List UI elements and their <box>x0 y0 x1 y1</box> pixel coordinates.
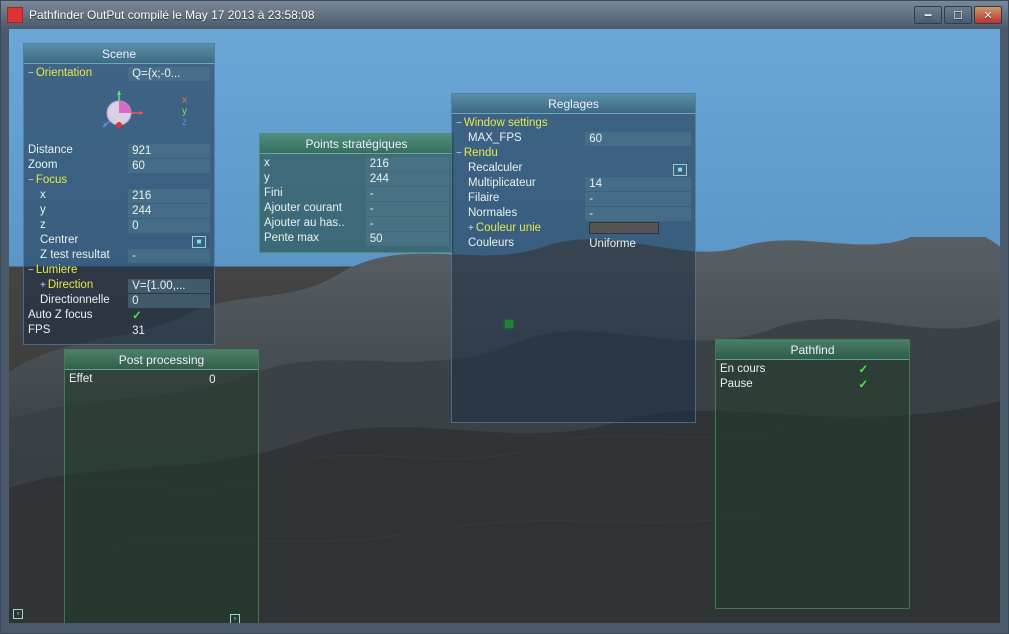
window-title: Pathfinder OutPut compilé le May 17 2013… <box>29 8 914 22</box>
py-value[interactable]: 244 <box>366 172 449 186</box>
center-checkbox[interactable] <box>192 236 206 248</box>
directionnelle-label: Directionnelle <box>28 293 128 308</box>
recalculer-label: Recalculer <box>456 161 585 176</box>
ajouter-courant-label: Ajouter courant <box>264 201 366 216</box>
fini-label: Fini <box>264 186 366 201</box>
orientation-label: Orientation <box>36 67 92 79</box>
check-icon[interactable]: ✓ <box>132 310 142 322</box>
collapse-icon[interactable]: − <box>28 68 34 79</box>
ztest-value[interactable]: - <box>128 249 210 263</box>
panel-pathfind[interactable]: Pathfind En cours ✓ Pause ✓ <box>715 339 910 609</box>
axis-labels: x y z <box>182 95 187 128</box>
collapse-icon[interactable]: − <box>456 118 462 129</box>
couleurs-value[interactable]: Uniforme <box>585 237 691 251</box>
panel-reglages[interactable]: Reglages −Window settings MAX_FPS60 −Ren… <box>451 93 696 423</box>
focus-x-value[interactable]: 216 <box>128 189 210 203</box>
expand-icon[interactable]: + <box>40 280 46 291</box>
panel-points-title: Points stratégiques <box>260 134 453 154</box>
normales-label: Normales <box>456 206 585 221</box>
orientation-gizmo[interactable]: x y z <box>89 85 149 141</box>
focus-x-label: x <box>28 188 128 203</box>
maximize-button[interactable]: ☐ <box>944 6 972 24</box>
distance-value[interactable]: 921 <box>128 144 210 158</box>
multiplicateur-value[interactable]: 14 <box>585 177 691 191</box>
panel-postproc-title: Post processing <box>65 350 258 370</box>
pente-value[interactable]: 50 <box>366 232 449 246</box>
filaire-value[interactable]: - <box>585 192 691 206</box>
px-value[interactable]: 216 <box>366 157 449 171</box>
collapse-icon[interactable]: − <box>456 148 462 159</box>
pente-label: Pente max <box>264 231 366 246</box>
multiplicateur-label: Multiplicateur <box>456 176 585 191</box>
winset-label: Window settings <box>464 117 548 129</box>
fps-value: 31 <box>128 324 210 338</box>
titlebar[interactable]: Pathfinder OutPut compilé le May 17 2013… <box>1 1 1008 29</box>
encours-label: En cours <box>720 362 822 377</box>
focus-y-value[interactable]: 244 <box>128 204 210 218</box>
focus-z-label: z <box>28 218 128 233</box>
panel-postproc[interactable]: Post processing Effet0 ▫ <box>64 349 259 623</box>
close-button[interactable]: ✕ <box>974 6 1002 24</box>
minimize-button[interactable]: ━ <box>914 6 942 24</box>
check-icon[interactable]: ✓ <box>859 364 869 376</box>
panel-scene-title: Scene <box>24 44 214 64</box>
focus-y-label: y <box>28 203 128 218</box>
center-label: Centrer <box>28 233 128 248</box>
couleurs-label: Couleurs <box>456 236 585 251</box>
viewport-3d[interactable]: Scene −Orientation Q={x;-0... <box>9 29 1000 623</box>
panel-reglages-title: Reglages <box>452 94 695 114</box>
direction-label: Direction <box>48 279 93 291</box>
recalculer-checkbox[interactable] <box>673 164 687 176</box>
lumiere-label: Lumiere <box>36 264 78 276</box>
app-window: Pathfinder OutPut compilé le May 17 2013… <box>0 0 1009 634</box>
panel-scene[interactable]: Scene −Orientation Q={x;-0... <box>23 43 215 345</box>
ajouter-hasard-label: Ajouter au has.. <box>264 216 366 231</box>
panel-resize-icon[interactable]: ▫ <box>230 614 240 623</box>
effet-label: Effet <box>69 372 171 387</box>
filaire-label: Filaire <box>456 191 585 206</box>
color-swatch[interactable] <box>589 222 659 234</box>
collapse-icon[interactable]: − <box>28 265 34 276</box>
zoom-label: Zoom <box>28 158 128 173</box>
direction-value[interactable]: V={1.00,... <box>128 279 210 293</box>
normales-value[interactable]: - <box>585 207 691 221</box>
expand-icon[interactable]: + <box>468 223 474 234</box>
collapse-icon[interactable]: − <box>28 175 34 186</box>
autoz-label: Auto Z focus <box>28 308 128 323</box>
directionnelle-value[interactable]: 0 <box>128 294 210 308</box>
focus-label: Focus <box>36 174 67 186</box>
ajouter-courant-value[interactable]: - <box>366 202 449 216</box>
viewport-corner-icon[interactable]: ▫ <box>13 609 23 619</box>
fps-label: FPS <box>28 323 128 338</box>
panel-points[interactable]: Points stratégiques x216 y244 Fini- Ajou… <box>259 133 454 253</box>
zoom-value[interactable]: 60 <box>128 159 210 173</box>
maxfps-value[interactable]: 60 <box>585 132 691 146</box>
effet-value[interactable]: 0 <box>171 373 254 387</box>
px-label: x <box>264 156 366 171</box>
panel-pathfind-title: Pathfind <box>716 340 909 360</box>
distance-label: Distance <box>28 143 128 158</box>
rendu-label: Rendu <box>464 147 498 159</box>
couleur-unie-label: Couleur unie <box>476 222 541 234</box>
ztest-label: Z test resultat <box>28 248 128 263</box>
app-icon <box>7 7 23 23</box>
fini-value[interactable]: - <box>366 187 449 201</box>
check-icon[interactable]: ✓ <box>859 379 869 391</box>
ajouter-hasard-value[interactable]: - <box>366 217 449 231</box>
maxfps-label: MAX_FPS <box>456 131 585 146</box>
pause-label: Pause <box>720 377 822 392</box>
py-label: y <box>264 171 366 186</box>
focus-z-value[interactable]: 0 <box>128 219 210 233</box>
orientation-value[interactable]: Q={x;-0... <box>128 67 210 81</box>
